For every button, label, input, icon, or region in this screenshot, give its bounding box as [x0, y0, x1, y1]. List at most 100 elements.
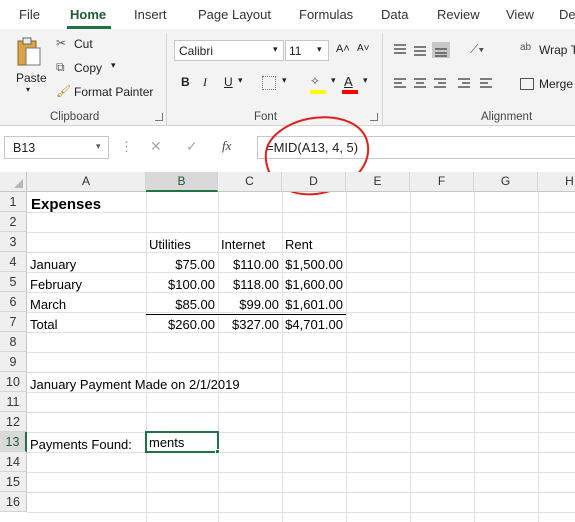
cell-c4[interactable]: $110.00 — [218, 255, 279, 275]
row-header[interactable]: 15 — [0, 472, 27, 492]
tab-developer[interactable]: De — [559, 7, 575, 22]
clipboard-group-label: Clipboard — [50, 111, 100, 123]
tab-file[interactable]: File — [19, 7, 40, 22]
row-header[interactable]: 2 — [0, 212, 27, 232]
cancel-icon[interactable]: ✕ — [150, 138, 162, 155]
shrink-font-button[interactable]: A˅ — [357, 43, 370, 54]
cell-a5[interactable]: February — [30, 275, 82, 295]
row-header[interactable]: 11 — [0, 392, 27, 412]
orientation-icon[interactable]: ⟋▾ — [470, 42, 484, 57]
row-header[interactable]: 1 — [0, 192, 27, 212]
name-box[interactable]: B13 ▾ — [4, 136, 109, 159]
cell-d7[interactable]: $4,701.00 — [282, 315, 343, 335]
paste-label: Paste — [16, 71, 47, 85]
font-size-value: 11 — [289, 44, 302, 58]
chevron-down-icon[interactable]: ▾ — [282, 75, 287, 86]
font-name-select[interactable]: Calibri ▾ — [174, 40, 284, 61]
column-header-b[interactable]: B — [146, 172, 218, 192]
cell-b7[interactable]: $260.00 — [146, 315, 215, 335]
copy-button[interactable]: ⧉ Copy ▾ — [56, 59, 126, 77]
chevron-down-icon[interactable]: ▾ — [238, 75, 243, 86]
cell-d4[interactable]: $1,500.00 — [282, 255, 343, 275]
row-header[interactable]: 4 — [0, 252, 27, 272]
paste-button[interactable]: Paste ▾ — [12, 35, 47, 95]
row-header[interactable]: 9 — [0, 352, 27, 372]
row-header[interactable]: 3 — [0, 232, 27, 252]
cell-d6[interactable]: $1,601.00 — [282, 295, 343, 315]
column-header-e[interactable]: E — [346, 172, 410, 192]
font-size-select[interactable]: 11 ▾ — [285, 40, 329, 61]
row-header[interactable]: 10 — [0, 372, 27, 392]
cell-a10[interactable]: January Payment Made on 2/1/2019 — [30, 375, 240, 395]
horizontal-align-icons[interactable] — [392, 76, 507, 92]
cut-button[interactable]: ✂ Cut — [56, 35, 106, 53]
grow-font-button[interactable]: A˄ — [336, 43, 350, 55]
column-header-h[interactable]: H — [538, 172, 575, 192]
row-header[interactable]: 5 — [0, 272, 27, 292]
worksheet-grid[interactable]: A B C D E F G H 1 2 3 4 5 6 7 8 9 10 11 … — [0, 172, 575, 522]
cell-b3[interactable]: Utilities — [149, 235, 191, 255]
column-header-c[interactable]: C — [218, 172, 282, 192]
cell-c3[interactable]: Internet — [221, 235, 265, 255]
cell-b5[interactable]: $100.00 — [146, 275, 215, 295]
enter-check-icon[interactable]: ✓ — [186, 138, 198, 155]
gridline — [27, 472, 575, 473]
chevron-down-icon: ▾ — [26, 85, 31, 94]
cell-c5[interactable]: $118.00 — [218, 275, 279, 295]
column-header-f[interactable]: F — [410, 172, 474, 192]
more-options-icon: ⋮ — [120, 139, 133, 154]
column-header-g[interactable]: G — [474, 172, 538, 192]
insert-function-icon[interactable]: fx — [222, 138, 231, 154]
merge-center-button[interactable]: Merge — [520, 74, 575, 94]
selected-cell-b13[interactable]: ments — [145, 431, 220, 454]
row-header[interactable]: 6 — [0, 292, 27, 312]
chevron-down-icon[interactable]: ▾ — [363, 75, 368, 86]
merge-label: Merge — [539, 77, 574, 91]
gridline — [27, 432, 575, 433]
wrap-text-button[interactable]: ab Wrap T — [520, 40, 575, 60]
cell-c7[interactable]: $327.00 — [218, 315, 279, 335]
row-header[interactable]: 7 — [0, 312, 27, 332]
select-all-button[interactable] — [0, 172, 27, 192]
tab-formulas[interactable]: Formulas — [299, 7, 353, 22]
gridline — [27, 212, 575, 213]
tab-insert[interactable]: Insert — [134, 7, 167, 22]
cell-d5[interactable]: $1,600.00 — [282, 275, 343, 295]
gridline — [27, 372, 575, 373]
cell-a6[interactable]: March — [30, 295, 66, 315]
row-header[interactable]: 14 — [0, 452, 27, 472]
cell-a7[interactable]: Total — [30, 315, 57, 335]
fill-color-button[interactable]: ⟡ — [308, 73, 330, 95]
italic-button[interactable]: I — [203, 75, 207, 90]
tab-page-layout[interactable]: Page Layout — [198, 7, 271, 22]
cell-b4[interactable]: $75.00 — [146, 255, 215, 275]
cell-b13-value: ments — [149, 435, 185, 450]
column-header-a[interactable]: A — [27, 172, 146, 192]
bold-button[interactable]: B — [181, 75, 190, 89]
cell-a1[interactable]: Expenses — [31, 195, 101, 215]
format-painter-button[interactable]: 🖌 Format Painter — [56, 83, 156, 101]
group-divider — [166, 33, 167, 125]
row-header[interactable]: 8 — [0, 332, 27, 352]
vertical-align-icons[interactable] — [392, 42, 464, 58]
cell-a4[interactable]: January — [30, 255, 76, 275]
tab-review[interactable]: Review — [437, 7, 480, 22]
tab-data[interactable]: Data — [381, 7, 408, 22]
row-header[interactable]: 13 — [0, 432, 27, 452]
gridline — [27, 412, 575, 413]
tab-home[interactable]: Home — [70, 7, 106, 22]
column-header-d[interactable]: D — [282, 172, 346, 192]
cell-b6[interactable]: $85.00 — [146, 295, 215, 315]
row-header[interactable]: 16 — [0, 492, 27, 512]
borders-icon[interactable] — [262, 76, 276, 90]
fill-handle[interactable] — [215, 449, 220, 454]
font-color-button[interactable]: A — [341, 73, 361, 95]
row-header[interactable]: 12 — [0, 412, 27, 432]
cell-a13[interactable]: Payments Found: — [30, 435, 132, 455]
tab-view[interactable]: View — [506, 7, 534, 22]
chevron-down-icon[interactable]: ▾ — [331, 75, 336, 86]
cell-d3[interactable]: Rent — [285, 235, 312, 255]
clipboard-dialog-launcher[interactable] — [155, 113, 163, 121]
cell-c6[interactable]: $99.00 — [218, 295, 279, 315]
underline-button[interactable]: U — [224, 75, 233, 89]
